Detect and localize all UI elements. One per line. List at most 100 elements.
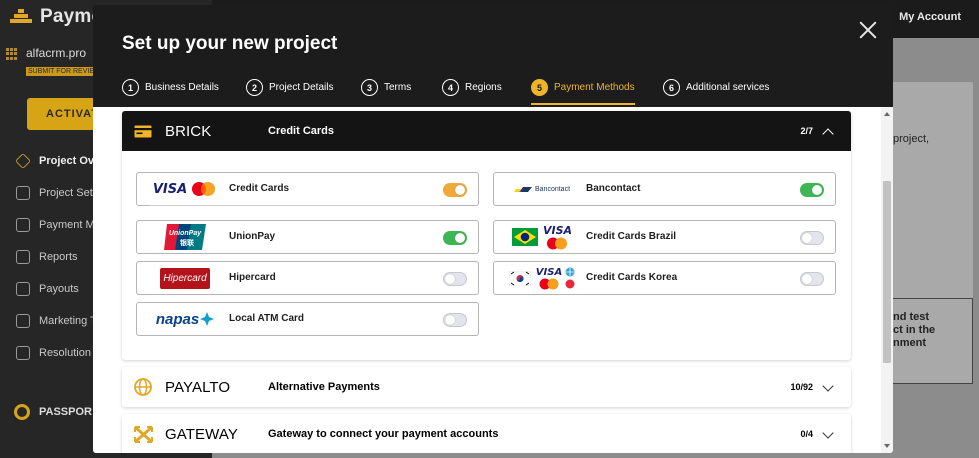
method-credit-cards-korea[interactable]: VISA Credit Cards Korea [493,261,836,295]
toggle-local-atm-card[interactable] [443,313,467,327]
background-text: project, [893,133,930,145]
toggle-unionpay[interactable] [443,231,467,245]
network-icon [16,218,30,232]
app-logo: Payme [10,6,102,28]
project-name: alfacrm.pro [26,46,87,60]
brazil-flag-icon [511,228,538,246]
method-label: Hipercard [229,272,276,283]
step-label: Project Details [269,82,334,93]
step-number: 2 [246,79,263,96]
step-regions[interactable]: 4 Regions [442,79,531,105]
method-credit-cards[interactable]: VISA Credit Cards [136,172,479,206]
modal-title: Set up your new project [122,33,338,54]
diamond-icon [15,153,31,169]
step-additional-services[interactable]: 6 Additional services [663,79,769,105]
step-number: 3 [361,79,378,96]
step-number: 4 [442,79,459,96]
napas-star-icon [200,312,215,326]
toggle-credit-cards[interactable] [443,183,467,197]
chevron-down-icon[interactable] [822,427,834,439]
chevron-down-icon[interactable] [822,380,834,392]
passport-label: PASSPOR [39,406,92,418]
scroll-up-arrow-icon[interactable] [884,112,890,116]
globe-icon [133,377,153,397]
method-credit-cards-brazil[interactable]: VISA Credit Cards Brazil [493,220,836,254]
method-bancontact[interactable]: Bancontact Bancontact [493,172,836,206]
toggle-bancontact[interactable] [800,183,824,197]
vertical-scrollbar[interactable] [881,107,893,453]
my-account-link[interactable]: My Account [899,11,961,23]
toggle-credit-cards-korea[interactable] [800,272,824,286]
gateway-arrows-icon [133,424,153,444]
chat-icon [16,346,30,360]
mastercard-icon [192,182,216,196]
section-brick-header[interactable]: BRICK Credit Cards 2/7 [122,111,851,151]
bancontact-logo-text: Bancontact [534,185,571,193]
paymentwall-logo-icon [10,9,32,25]
sidebar-item-label: Marketing T [39,315,97,327]
step-label: Payment Methods [554,82,635,93]
unionpay-icon: UnionPay 银联 [164,224,206,250]
passport-icon [14,404,30,420]
section-description: Credit Cards [268,125,335,137]
toggle-hipercard[interactable] [443,272,467,286]
method-hipercard[interactable]: Hipercard Hipercard [136,261,479,295]
brazil-visa-mastercard-logo: VISA [502,223,582,251]
mastercard-icon [547,237,568,249]
korea-flag-icon [508,270,531,286]
clipboard-icon [16,282,30,296]
sidebar-item-label: Payouts [39,283,79,295]
info-line: ct in the [893,324,936,336]
napas-logo: napas [145,305,225,333]
section-payalto-header[interactable]: PAYALTO Alternative Payments 10/92 [122,367,851,407]
project-switcher[interactable]: alfacrm.pro SUBMIT FOR REVIEW [6,46,103,78]
unionpay-logo: UnionPay 银联 [145,223,225,251]
close-icon[interactable] [859,21,877,39]
section-count: 2/7 [800,126,813,136]
method-unionpay[interactable]: UnionPay 银联 UnionPay [136,220,479,254]
method-label: Bancontact [586,183,641,194]
info-line: nd test [893,311,930,323]
section-name: GATEWAY [165,425,238,443]
bar-chart-icon [16,250,30,264]
chevron-up-icon[interactable] [822,128,834,140]
tools-icon [16,186,30,200]
section-description: Gateway to connect your payment accounts [268,428,499,440]
method-local-atm-card[interactable]: napas Local ATM Card [136,302,479,336]
unionpay-logo-text: UnionPay [169,230,202,237]
step-project-details[interactable]: 2 Project Details [246,79,361,105]
step-label: Terms [384,82,412,93]
hipercard-logo: Hipercard [145,264,225,292]
step-terms[interactable]: 3 Terms [361,79,442,105]
method-label: UnionPay [229,231,276,242]
sidebar-item-label: Project Set [39,187,93,199]
step-number: 1 [122,79,139,96]
payment-methods-list[interactable]: BRICK Credit Cards 2/7 VISA Credit Cards [93,107,881,453]
toggle-credit-cards-brazil[interactable] [800,231,824,245]
bancontact-icon [513,186,532,192]
wizard-steps: 1 Business Details 2 Project Details 3 Term… [122,79,769,105]
korea-cards-logo: VISA [502,264,582,292]
step-business-details[interactable]: 1 Business Details [122,79,246,105]
napas-logo-text: napas [155,310,200,328]
divider [149,205,440,206]
passport-link[interactable]: PASSPOR [14,404,92,420]
section-name: BRICK [165,122,212,140]
scroll-down-arrow-icon[interactable] [884,444,890,448]
hipercard-logo-text: Hipercard [160,267,210,289]
step-payment-methods[interactable]: 5 Payment Methods [531,79,635,105]
section-name: PAYALTO [165,378,231,396]
unionpay-logo-cn: 银联 [180,238,195,247]
scrollbar-thumb[interactable] [883,181,891,363]
method-label: Local ATM Card [229,313,305,324]
rocket-icon [16,314,30,328]
section-gateway-header[interactable]: GATEWAY Gateway to connect your payment … [122,414,851,453]
step-label: Regions [465,82,502,93]
section-brick: BRICK Credit Cards 2/7 VISA Credit Cards [122,111,851,360]
step-label: Additional services [686,82,770,93]
step-number: 6 [663,79,680,96]
sidebar-item-label: Project Ove [39,155,101,167]
grid-icon [6,48,18,60]
visa-logo-text: VISA [535,266,563,278]
sidebar-item-label: Resolution [39,347,91,359]
